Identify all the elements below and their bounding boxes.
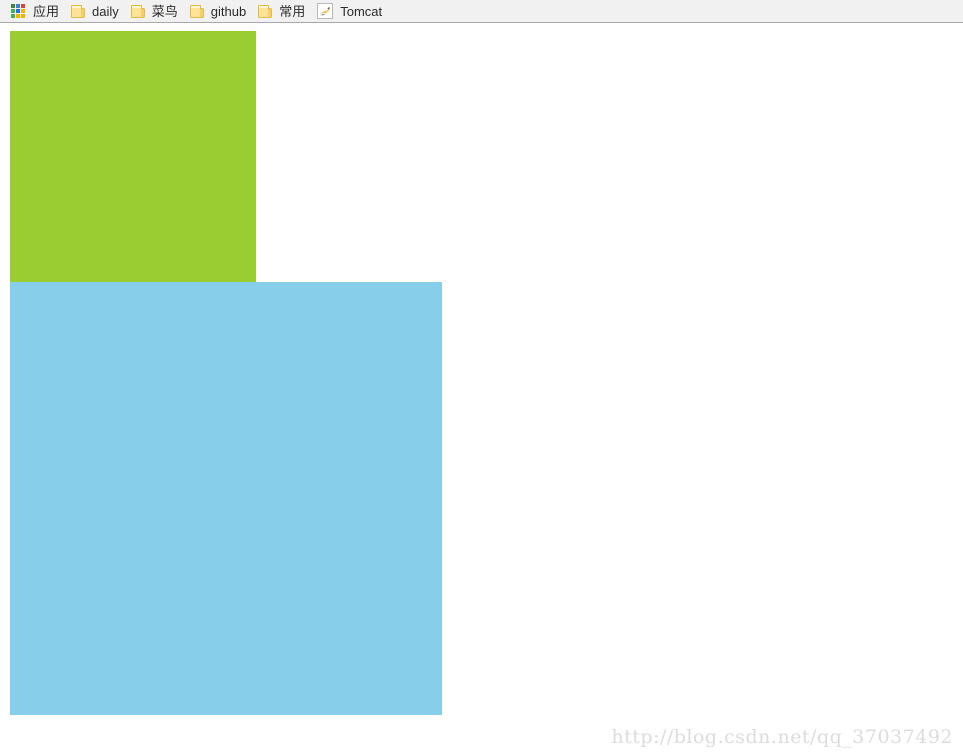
- apps-grid-cell: [21, 4, 25, 8]
- bookmark-daily[interactable]: daily: [69, 2, 125, 21]
- folder-icon: [71, 4, 86, 19]
- apps-grid-cell: [21, 14, 25, 18]
- folder-icon: [258, 4, 273, 19]
- apps-grid-cell: [16, 14, 20, 18]
- bookmark-apps-label: 应用: [33, 3, 60, 19]
- apps-grid-cell: [21, 9, 25, 13]
- tomcat-favicon: [317, 3, 334, 19]
- apps-grid-cell: [16, 9, 20, 13]
- watermark: http://blog.csdn.net/qq_37037492: [611, 726, 953, 748]
- bookmarks-bar: 应用 daily 菜鸟 github 常用 Tomcat: [0, 0, 963, 23]
- bookmark-changyong[interactable]: 常用: [256, 2, 311, 21]
- folder-icon: [189, 4, 204, 19]
- green-box: [10, 31, 256, 282]
- apps-grid-cell: [11, 4, 15, 8]
- bookmark-cainiao-label: 菜鸟: [151, 3, 178, 19]
- folder-icon: [130, 4, 145, 19]
- apps-grid-cell: [11, 14, 15, 18]
- bookmark-cainiao[interactable]: 菜鸟: [129, 2, 184, 21]
- bookmark-changyong-label: 常用: [279, 3, 306, 19]
- bookmark-apps[interactable]: 应用: [9, 2, 65, 21]
- bookmark-tomcat-label: Tomcat: [340, 3, 383, 19]
- bookmark-github-label: github: [210, 3, 247, 19]
- bookmark-tomcat[interactable]: Tomcat: [315, 2, 388, 21]
- apps-grid-cell: [11, 9, 15, 13]
- bookmark-github[interactable]: github: [188, 2, 252, 21]
- apps-grid-cell: [16, 4, 20, 8]
- page-content: [0, 24, 963, 754]
- apps-grid-icon: [11, 4, 26, 18]
- bookmark-daily-label: daily: [92, 3, 119, 19]
- blue-box: [10, 282, 442, 715]
